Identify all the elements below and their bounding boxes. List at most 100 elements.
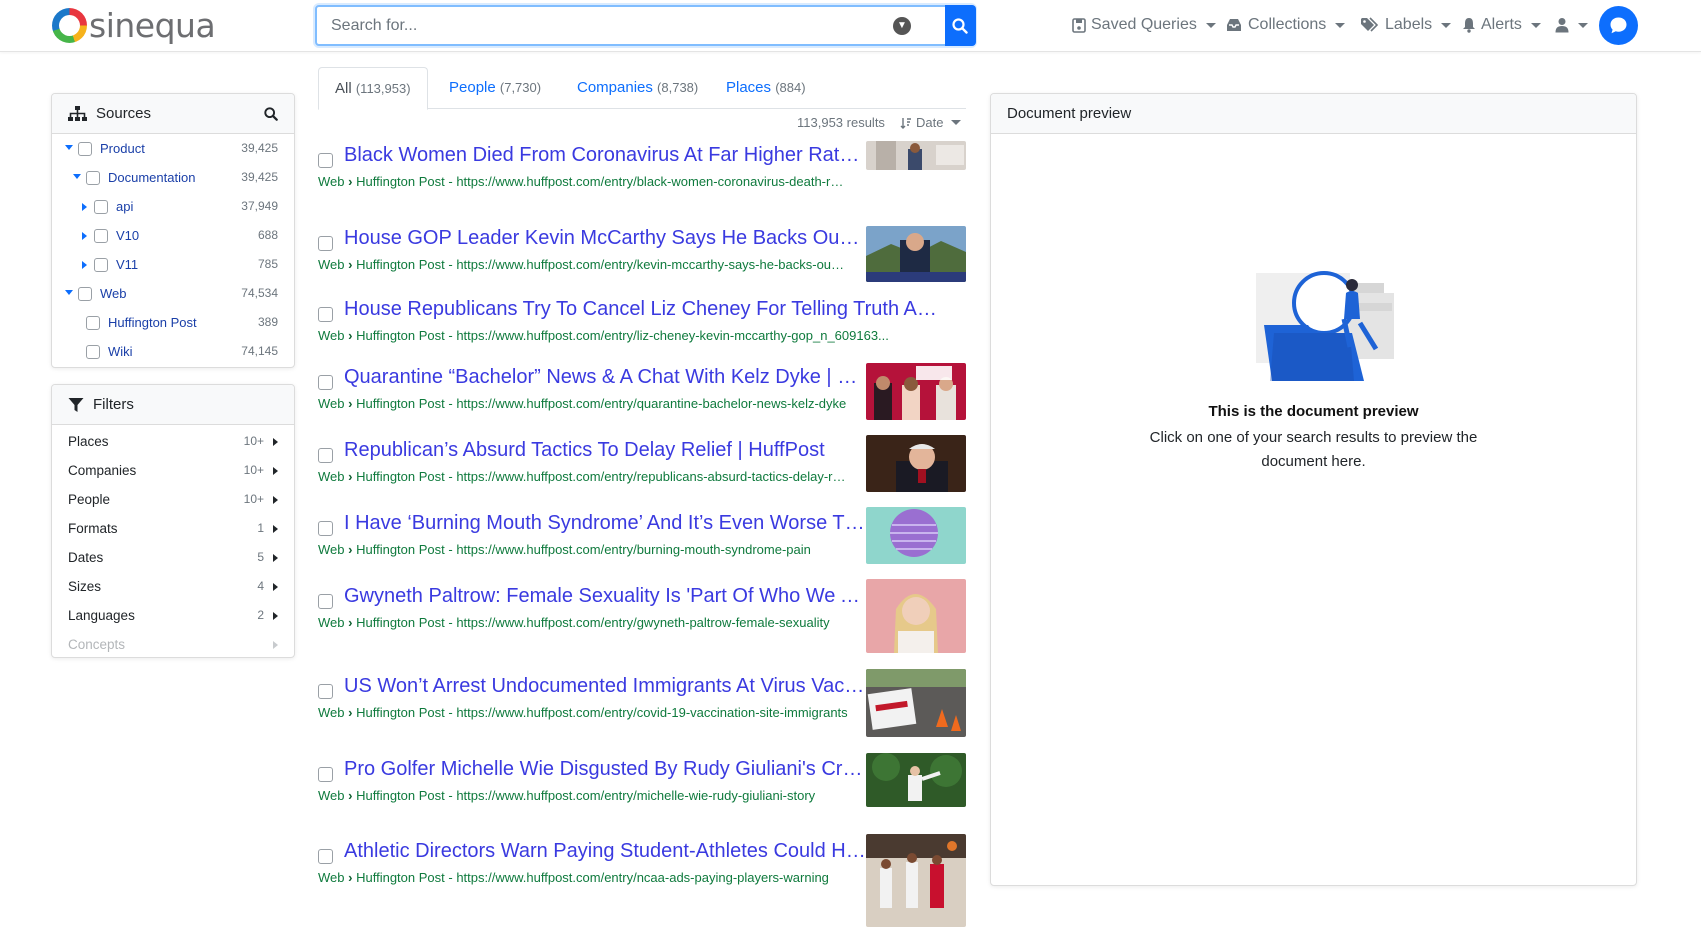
collection-name: Huffington Post	[356, 870, 445, 885]
tree-item-api[interactable]: api 37,949	[52, 193, 294, 222]
caret-right-icon[interactable]	[82, 261, 87, 269]
caret-down-icon[interactable]	[65, 145, 73, 150]
checkbox[interactable]	[94, 258, 108, 272]
collections-menu[interactable]: Collections	[1225, 14, 1346, 36]
labels-label: Labels	[1385, 16, 1433, 33]
result-title[interactable]: US Won’t Arrest Undocumented Immigrants …	[344, 675, 868, 698]
caret-down-icon[interactable]	[73, 174, 81, 179]
tree-item-huffington-post[interactable]: Huffington Post 389	[52, 309, 294, 338]
result-thumbnail[interactable]	[866, 669, 966, 737]
result-checkbox[interactable]	[318, 448, 333, 463]
labels-menu[interactable]: Labels	[1360, 14, 1452, 36]
result-thumbnail[interactable]	[866, 141, 966, 170]
search-options-icon[interactable]: ▼	[893, 17, 911, 35]
checkbox[interactable]	[86, 316, 100, 330]
filter-item-formats[interactable]: Formats 1	[52, 514, 294, 543]
search-icon[interactable]	[264, 107, 278, 121]
tree-item-label: Wiki	[108, 344, 133, 359]
preview-illustration	[1256, 271, 1394, 381]
result-title[interactable]: Gwyneth Paltrow: Female Sexuality Is 'Pa…	[344, 585, 868, 608]
result-title[interactable]: Quarantine “Bachelor” News & A Chat With…	[344, 366, 868, 389]
result-thumbnail[interactable]	[866, 363, 966, 420]
filter-item-companies[interactable]: Companies 10+	[52, 456, 294, 485]
result-thumbnail[interactable]	[866, 226, 966, 282]
result-checkbox[interactable]	[318, 375, 333, 390]
source-name: Web	[318, 469, 345, 484]
tab-places[interactable]: Places (884)	[710, 67, 822, 109]
tree-item-web[interactable]: Web 74,534	[52, 280, 294, 309]
result-thumbnail[interactable]	[866, 834, 966, 927]
checkbox[interactable]	[86, 345, 100, 359]
result-url[interactable]: https://www.huffpost.com/entry/kevin-mcc…	[456, 257, 848, 272]
checkbox[interactable]	[86, 171, 100, 185]
result-checkbox[interactable]	[318, 684, 333, 699]
result-url[interactable]: https://www.huffpost.com/entry/quarantin…	[456, 396, 846, 411]
tab-label: People	[449, 79, 496, 96]
tab-people[interactable]: People (7,730)	[433, 67, 557, 109]
result-title[interactable]: Black Women Died From Coronavirus At Far…	[344, 144, 868, 167]
result-title[interactable]: Athletic Directors Warn Paying Student-A…	[344, 840, 868, 863]
filter-item-sizes[interactable]: Sizes 4	[52, 572, 294, 601]
sort-menu[interactable]: Date	[900, 115, 962, 130]
result-url[interactable]: https://www.huffpost.com/entry/covid-19-…	[456, 705, 847, 720]
caret-right-icon[interactable]	[82, 203, 87, 211]
tree-item-count: 74,145	[241, 344, 278, 358]
tree-item-documentation[interactable]: Documentation 39,425	[52, 164, 294, 193]
caret-right-icon[interactable]	[82, 232, 87, 240]
result-thumbnail[interactable]	[866, 579, 966, 653]
result-url[interactable]: https://www.huffpost.com/entry/ncaa-ads-…	[456, 870, 829, 885]
result-checkbox[interactable]	[318, 767, 333, 782]
tree-item-wiki[interactable]: Wiki 74,145	[52, 338, 294, 367]
result-title[interactable]: Pro Golfer Michelle Wie Disgusted By Rud…	[344, 758, 868, 781]
checkbox[interactable]	[78, 142, 92, 156]
caret-down-icon[interactable]	[65, 290, 73, 295]
tree-item-product[interactable]: Product 39,425	[52, 135, 294, 164]
result-title[interactable]: I Have ‘Burning Mouth Syndrome’ And It’s…	[344, 512, 868, 535]
result-checkbox[interactable]	[318, 236, 333, 251]
result-checkbox[interactable]	[318, 849, 333, 864]
result-title[interactable]: Republican’s Absurd Tactics To Delay Rel…	[344, 439, 868, 462]
result-thumbnail[interactable]	[866, 435, 966, 492]
checkbox[interactable]	[94, 229, 108, 243]
filter-item-languages[interactable]: Languages 2	[52, 601, 294, 630]
search-input[interactable]	[329, 7, 909, 44]
tree-item-count: 74,534	[241, 286, 278, 300]
filter-item-dates[interactable]: Dates 5	[52, 543, 294, 572]
result-thumbnail[interactable]	[866, 507, 966, 564]
result-checkbox[interactable]	[318, 594, 333, 609]
result-url[interactable]: https://www.huffpost.com/entry/michelle-…	[456, 788, 815, 803]
sinequa-logo[interactable]: sinequa	[52, 6, 216, 45]
result-thumbnail[interactable]	[866, 753, 966, 807]
checkbox[interactable]	[94, 200, 108, 214]
result-checkbox[interactable]	[318, 521, 333, 536]
result-url[interactable]: https://www.huffpost.com/entry/gwyneth-p…	[456, 615, 829, 630]
chat-button[interactable]	[1599, 6, 1638, 45]
result-checkbox[interactable]	[318, 307, 333, 322]
tree-item-v11[interactable]: V11 785	[52, 251, 294, 280]
tab-all[interactable]: All (113,953)	[318, 67, 428, 110]
sources-header: Sources	[52, 94, 294, 134]
result-url[interactable]: https://www.huffpost.com/entry/black-wom…	[456, 174, 848, 189]
result-url[interactable]: https://www.huffpost.com/entry/republica…	[456, 469, 848, 484]
result-checkbox[interactable]	[318, 153, 333, 168]
saved-queries-menu[interactable]: Saved Queries	[1072, 14, 1216, 36]
user-menu[interactable]	[1555, 14, 1588, 36]
source-name: Web	[318, 788, 345, 803]
result-url[interactable]: https://www.huffpost.com/entry/burning-m…	[456, 542, 811, 557]
result-title[interactable]: House GOP Leader Kevin McCarthy Says He …	[344, 227, 868, 250]
alerts-menu[interactable]: Alerts	[1462, 14, 1541, 36]
result-url[interactable]: https://www.huffpost.com/entry/liz-chene…	[456, 328, 889, 343]
tree-item-v10[interactable]: V10 688	[52, 222, 294, 251]
checkbox[interactable]	[78, 287, 92, 301]
search-button[interactable]	[945, 5, 976, 46]
filter-item-places[interactable]: Places 10+	[52, 427, 294, 456]
filter-item-people[interactable]: People 10+	[52, 485, 294, 514]
filter-icon	[68, 397, 84, 412]
preview-empty-title: This is the document preview	[1208, 403, 1419, 420]
caret-right-icon	[273, 554, 278, 562]
filter-count: 1	[257, 521, 264, 535]
tab-companies[interactable]: Companies (8,738)	[561, 67, 714, 109]
save-icon	[1072, 17, 1086, 33]
result-title[interactable]: House Republicans Try To Cancel Liz Chen…	[344, 298, 948, 321]
result-source: Web › Huffington Post - https://www.huff…	[318, 257, 848, 272]
